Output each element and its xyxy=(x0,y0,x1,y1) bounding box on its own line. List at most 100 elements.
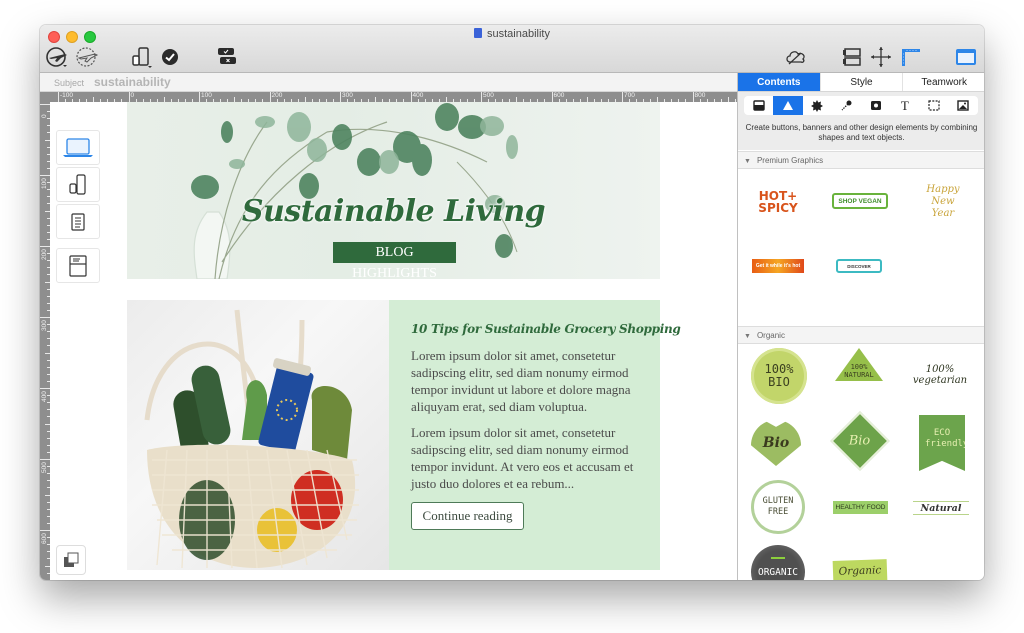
window-title: sustainability xyxy=(40,28,984,40)
ruler-label: 500 xyxy=(41,462,48,473)
banner-image[interactable]: Sustainable Living BLOG HIGHLIGHTS xyxy=(127,102,660,279)
pipette-icon xyxy=(841,100,852,110)
publish-button[interactable] xyxy=(44,45,72,69)
tab-style[interactable]: Style xyxy=(819,73,903,91)
banner-subtitle[interactable]: BLOG HIGHLIGHTS xyxy=(333,242,456,279)
graphic-eco-friendly[interactable]: ECO friendly xyxy=(919,415,965,471)
tool-badge[interactable] xyxy=(803,96,832,115)
device-desktop-button[interactable] xyxy=(56,130,100,165)
graphic-natural[interactable]: Natural xyxy=(913,501,969,515)
graphic-label: HEALTHY FOOD xyxy=(835,504,886,511)
graphic-label: Bio xyxy=(762,435,790,451)
ruler-label: 200 xyxy=(41,249,48,260)
graphic-organic-brush[interactable]: Organic xyxy=(832,559,888,580)
banner-title[interactable]: Sustainable Living xyxy=(127,194,660,229)
graphic-get-it-hot[interactable]: Get it while it's hot xyxy=(752,259,804,273)
device-preview-button[interactable] xyxy=(129,45,155,69)
graphic-gluten-free[interactable]: GLUTEN FREE xyxy=(751,480,805,534)
cloud-button[interactable] xyxy=(784,45,808,69)
organic-top-bar xyxy=(771,557,785,559)
article-paragraph-1[interactable]: Lorem ipsum dolor sit amet, consetetur s… xyxy=(411,347,651,415)
section-title: Organic xyxy=(756,331,785,340)
ruler-toggle-button[interactable] xyxy=(900,45,922,69)
publish-icon xyxy=(46,47,67,67)
email-window-icon xyxy=(69,254,87,277)
graphic-happy-new-year[interactable]: Happy New Year xyxy=(913,184,973,219)
ruler-major-tick xyxy=(128,92,130,102)
article-block[interactable]: 10 Tips for Sustainable Grocery Shopping… xyxy=(389,300,681,570)
device-mobile-button[interactable] xyxy=(56,167,100,202)
tool-layout-block[interactable] xyxy=(744,96,773,115)
ruler-label: 300 xyxy=(342,92,353,99)
ruler-label: -100 xyxy=(60,92,74,99)
ruler-label: 800 xyxy=(694,92,706,99)
ruler-major-tick xyxy=(40,104,50,105)
design-canvas[interactable]: Sustainable Living BLOG HIGHLIGHTS 10 Ti… xyxy=(50,102,737,580)
graphic-label: SHOP VEGAN xyxy=(838,197,882,205)
subject-input[interactable]: sustainability xyxy=(94,75,171,89)
tool-pipette[interactable] xyxy=(832,96,861,115)
graphic-label: ORGANIC xyxy=(757,566,799,578)
graphic-label: Natural xyxy=(920,502,962,514)
graphic-100-vegetarian[interactable]: 100% vegetarian xyxy=(910,358,970,392)
disclosure-triangle-icon: ▼ xyxy=(744,333,751,340)
tool-selection[interactable] xyxy=(920,96,949,115)
tool-button[interactable] xyxy=(861,96,890,115)
tool-image[interactable] xyxy=(949,96,978,115)
ruler-major-tick xyxy=(40,388,50,389)
graphic-100-bio[interactable]: 100% BIO xyxy=(751,348,807,404)
ruler-label: 200 xyxy=(271,92,283,99)
graphic-label: Happy New Year xyxy=(926,184,960,219)
continue-reading-button[interactable]: Continue reading xyxy=(411,502,524,530)
device-plain-text-button[interactable] xyxy=(56,204,100,239)
graphic-bio-diamond[interactable]: Bio xyxy=(830,411,890,471)
ruler-label: 600 xyxy=(553,92,565,99)
ruler-label: 600 xyxy=(41,533,48,544)
ruler-major-tick xyxy=(199,92,200,102)
sidebar-toggle-button[interactable] xyxy=(954,45,978,69)
graphic-label: 100% BIO xyxy=(764,362,794,389)
article-title[interactable]: 10 Tips for Sustainable Grocery Shopping xyxy=(411,322,681,336)
graphic-bio-heart[interactable]: Bio xyxy=(751,420,801,466)
section-premium-graphics[interactable]: ▼ Premium Graphics xyxy=(738,151,984,169)
tab-teamwork[interactable]: Teamwork xyxy=(902,73,984,91)
laptop-icon xyxy=(63,137,93,157)
horizontal-ruler[interactable]: -100 0 100 200 300 400 500 600 700 800 xyxy=(40,92,757,102)
document-icon xyxy=(474,28,482,38)
ruler-label: 500 xyxy=(483,92,494,99)
device-email-header-button[interactable] xyxy=(56,248,100,283)
approval-button[interactable] xyxy=(215,45,239,69)
layout-button[interactable] xyxy=(841,45,863,69)
ruler-label: 100 xyxy=(41,178,48,189)
graphic-shop-vegan[interactable]: SHOP VEGAN xyxy=(832,193,888,209)
graphic-discover[interactable]: DISCOVER xyxy=(836,259,882,273)
ruler-major-tick xyxy=(269,92,271,102)
check-button[interactable] xyxy=(160,45,180,69)
graphic-healthy-food[interactable]: HEALTHY FOOD xyxy=(833,501,888,514)
move-button[interactable] xyxy=(870,45,892,69)
check-icon xyxy=(162,49,178,65)
tab-contents[interactable]: Contents xyxy=(738,73,820,91)
graphic-label: Organic xyxy=(838,564,882,578)
graphic-label: HOT+ SPICY xyxy=(758,189,798,215)
article-paragraph-2[interactable]: Lorem ipsum dolor sit amet, consetetur s… xyxy=(411,424,651,492)
ruler-major-tick xyxy=(40,317,50,318)
vertical-ruler[interactable]: 0 100 200 300 400 500 600 xyxy=(40,102,50,580)
ruler-major-tick xyxy=(40,175,50,176)
graphic-organic-circle[interactable]: ORGANIC xyxy=(751,545,805,580)
text-document-icon xyxy=(71,212,85,231)
graphic-label: Bio xyxy=(849,433,871,449)
tool-text[interactable]: T xyxy=(890,96,919,115)
ruler-major-tick xyxy=(410,92,412,102)
approval-icon xyxy=(218,48,236,64)
section-organic[interactable]: ▼ Organic xyxy=(738,326,984,344)
graphic-100-natural[interactable]: 100% NATURAL xyxy=(834,347,884,383)
publish-preview-button[interactable] xyxy=(74,45,100,69)
arrange-button[interactable] xyxy=(56,545,86,575)
tool-shape[interactable] xyxy=(773,96,803,115)
graphic-hot-spicy[interactable]: HOT+ SPICY xyxy=(748,181,808,223)
grocery-bag-illustration xyxy=(144,309,359,569)
ruler-label: 400 xyxy=(41,391,48,402)
grocery-bag-photo[interactable] xyxy=(127,300,389,570)
button-icon xyxy=(870,101,881,110)
